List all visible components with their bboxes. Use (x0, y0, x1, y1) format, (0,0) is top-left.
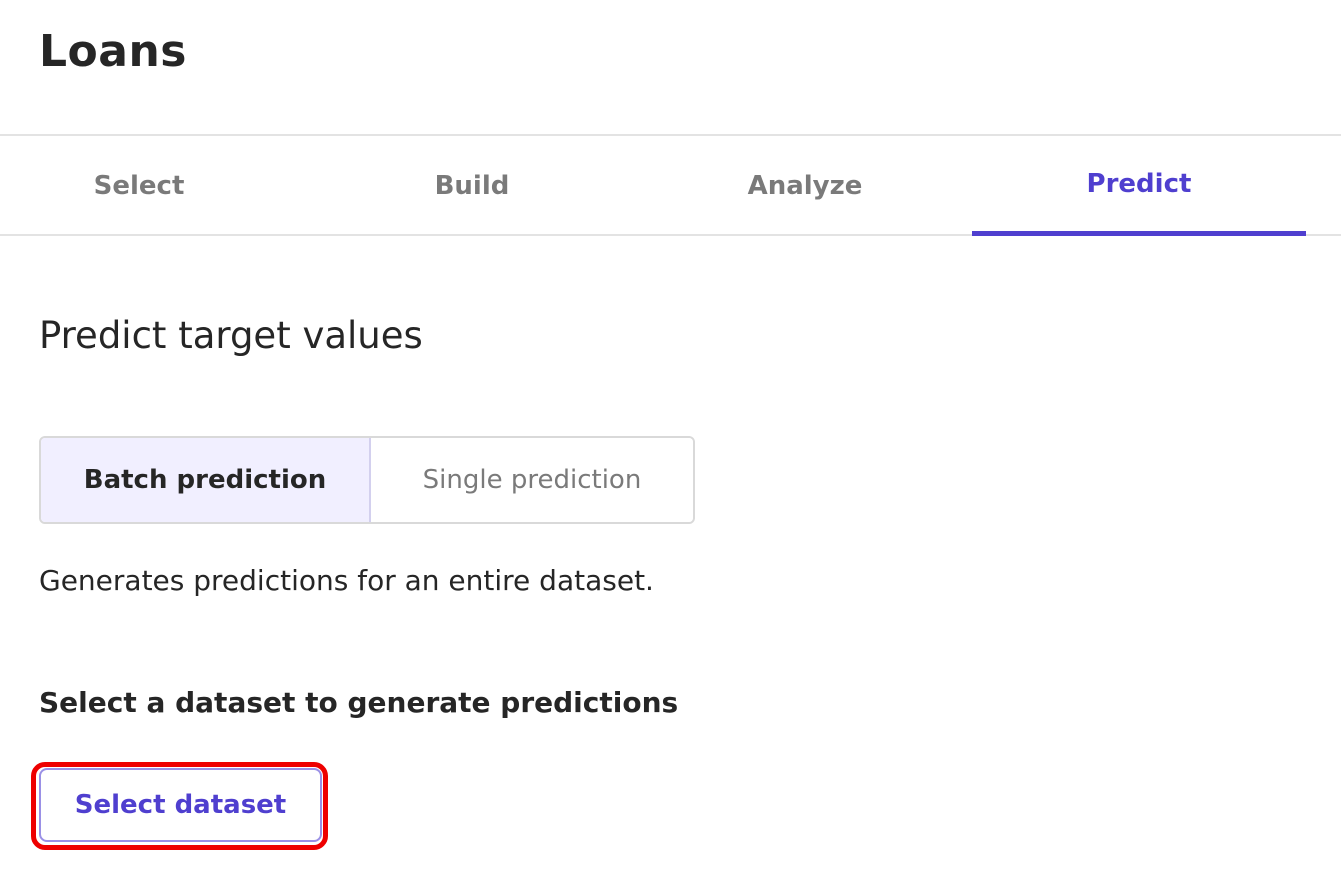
tab-bar: Select Build Analyze Predict (0, 134, 1341, 236)
section-title: Predict target values (39, 314, 423, 357)
tab-build[interactable]: Build (305, 136, 639, 236)
tab-select[interactable]: Select (0, 136, 306, 236)
select-dataset-button[interactable]: Select dataset (39, 768, 322, 842)
batch-prediction-option[interactable]: Batch prediction (41, 438, 371, 522)
tab-predict[interactable]: Predict (972, 136, 1306, 236)
prediction-mode-toggle: Batch prediction Single prediction (39, 436, 695, 524)
tab-analyze[interactable]: Analyze (638, 136, 972, 236)
dataset-heading: Select a dataset to generate predictions (39, 686, 679, 719)
mode-description: Generates predictions for an entire data… (39, 564, 654, 597)
single-prediction-option[interactable]: Single prediction (371, 438, 693, 522)
page-title: Loans (39, 26, 187, 77)
